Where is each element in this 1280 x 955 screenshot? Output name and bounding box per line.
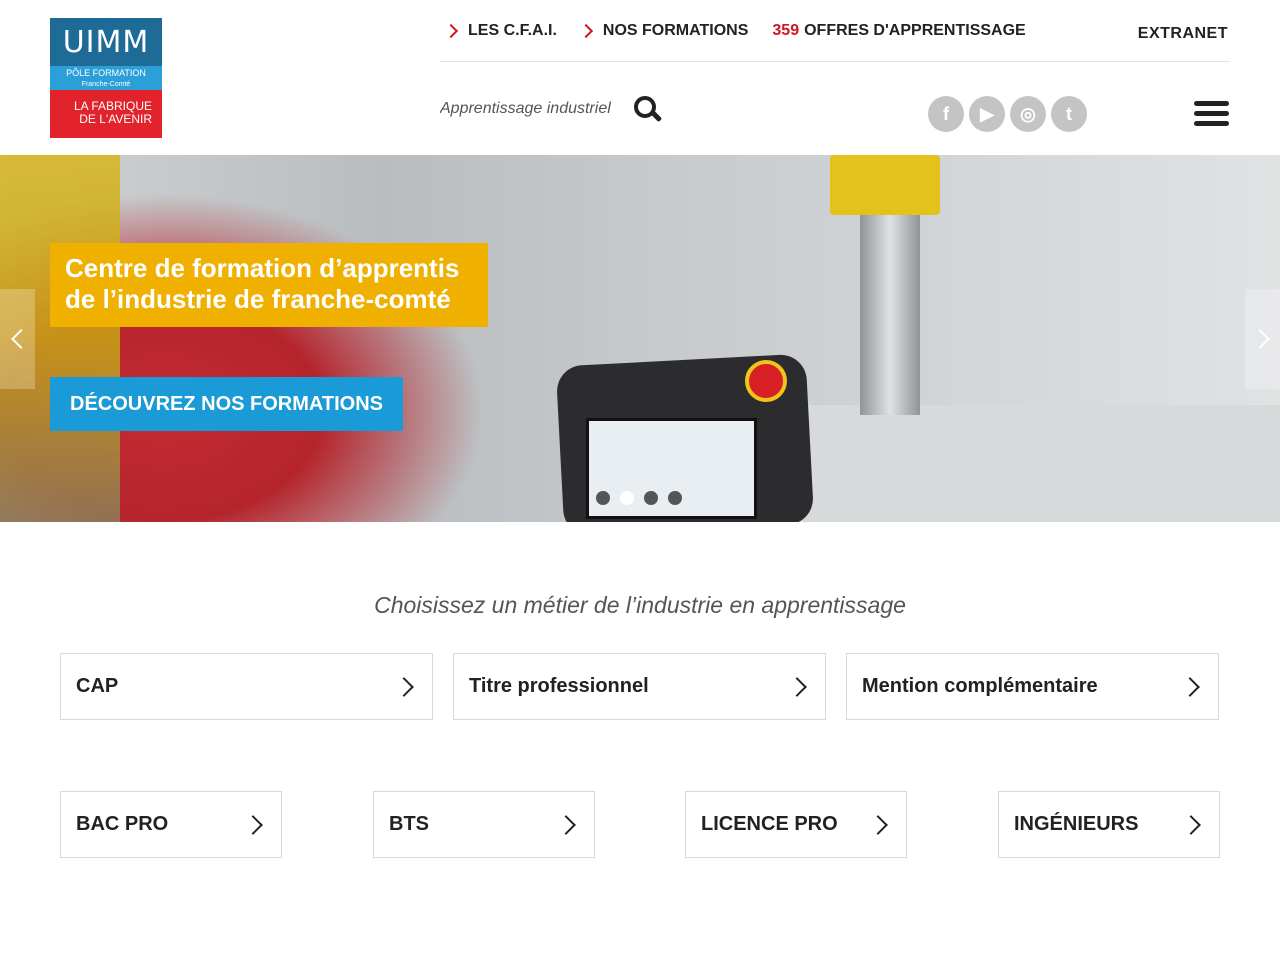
card-mention-complementaire[interactable]: Mention complémentaire [846,653,1219,720]
nav-link-formations[interactable]: NOS FORMATIONS [578,22,749,40]
slider-prev-button[interactable] [0,289,35,389]
chevron-right-icon [394,676,414,697]
card-cap[interactable]: CAP [60,653,433,720]
hero-title: Centre de formation d’apprentis de l’ind… [50,243,488,327]
card-ingenieurs[interactable]: INGÉNIEURS [998,791,1220,858]
card-licence-pro[interactable]: LICENCE PRO [685,791,907,858]
logo-pole-label: PÔLE FORMATION [66,68,146,78]
chevron-right-icon [1249,329,1270,349]
slider-dot[interactable] [596,491,610,505]
search-bar [440,96,663,123]
hamburger-menu-icon[interactable] [1194,101,1229,127]
chevron-right-icon [243,814,263,835]
youtube-icon[interactable]: ▶ [969,96,1005,132]
chevron-right-icon [868,814,888,835]
nav-link-offers[interactable]: 359 OFFRES D'APPRENTISSAGE [772,22,1025,40]
top-nav: LES C.F.A.I. NOS FORMATIONS 359 OFFRES D… [443,22,1050,40]
section-title: Choisissez un métier de l’industrie en a… [374,592,906,618]
slider-next-button[interactable] [1245,289,1280,389]
hero-photo-gripper [860,215,920,415]
chevron-right-icon [556,814,576,835]
logo-pole: PÔLE FORMATION Franche-Comté [50,66,162,90]
discover-formations-button[interactable]: DÉCOUVREZ NOS FORMATIONS [50,377,403,431]
card-titre-professionnel[interactable]: Titre professionnel [453,653,826,720]
slider-dot[interactable] [668,491,682,505]
search-icon[interactable] [634,96,663,123]
slider-dots [596,491,692,505]
chevron-right-icon [443,23,459,39]
card-label: BTS [389,813,429,835]
hero-photo-estop [745,360,787,402]
chevron-right-icon [1181,814,1201,835]
uimm-logo[interactable]: UIMM PÔLE FORMATION Franche-Comté LA FAB… [50,18,162,138]
nav-link-cfai[interactable]: LES C.F.A.I. [443,22,557,40]
offers-count: 359 [772,22,800,39]
card-bts[interactable]: BTS [373,791,595,858]
nav-link-cfai-label: LES C.F.A.I. [468,22,557,39]
extranet-link[interactable]: EXTRANET [1138,25,1228,43]
slider-dot[interactable] [644,491,658,505]
search-input[interactable] [440,100,620,118]
card-label: CAP [76,675,119,697]
nav-link-offers-label: OFFRES D'APPRENTISSAGE [804,22,1026,39]
card-label: Mention complémentaire [862,675,1098,697]
card-label: Titre professionnel [469,675,649,697]
instagram-icon[interactable]: ◎ [1010,96,1046,132]
chevron-right-icon [787,676,807,697]
logo-tagline-2: DE L'AVENIR [79,112,152,126]
logo-tagline: LA FABRIQUE DE L'AVENIR [50,90,162,138]
chevron-left-icon [10,329,31,349]
hero-photo-table [760,405,1280,522]
logo-region: Franche-Comté [81,81,131,88]
card-bac-pro[interactable]: BAC PRO [60,791,282,858]
slider-dot-active[interactable] [620,491,634,505]
logo-brand: UIMM [50,18,162,66]
hero-slider [0,155,1280,522]
chevron-right-icon [1180,676,1200,697]
card-label: BAC PRO [76,813,169,835]
hero-photo-robot [830,155,940,215]
header-divider [440,61,1230,62]
facebook-icon[interactable]: f [928,96,964,132]
card-label: LICENCE PRO [701,813,838,835]
chevron-right-icon [578,23,593,39]
social-links: f ▶ ◎ t [928,96,1092,132]
twitter-icon[interactable]: t [1051,96,1087,132]
card-label: INGÉNIEURS [1014,813,1139,835]
nav-link-formations-label: NOS FORMATIONS [602,22,749,39]
